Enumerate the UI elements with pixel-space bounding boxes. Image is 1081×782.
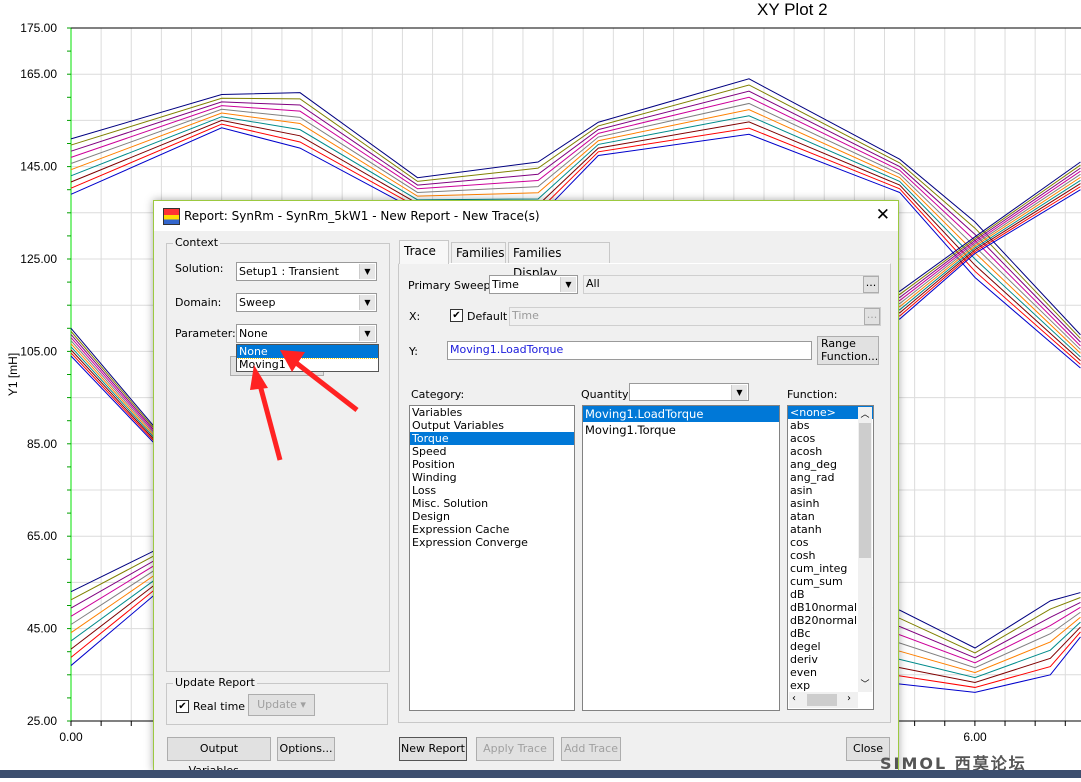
update-label: Update — [257, 698, 297, 711]
category-item[interactable]: Variables — [410, 406, 574, 419]
default-label: Default — [467, 310, 508, 323]
category-item[interactable]: Winding — [410, 471, 574, 484]
new-report-button[interactable]: New Report — [399, 737, 467, 761]
x-ellipsis-button[interactable]: ... — [864, 308, 880, 325]
chevron-down-icon[interactable]: ▼ — [731, 385, 747, 400]
x-tick-label: 6.00 — [963, 730, 987, 744]
domain-value: Sweep — [239, 296, 276, 309]
y-tick-label: 125.00 — [20, 252, 57, 266]
parameter-value: None — [239, 327, 268, 340]
tab-families[interactable]: Families — [451, 242, 506, 263]
chevron-down-icon[interactable]: ▼ — [359, 295, 375, 310]
dialog-title: Report: SynRm - SynRm_5kW1 - New Report … — [184, 209, 540, 223]
update-button[interactable]: Update ▾ — [248, 694, 315, 716]
report-icon — [163, 208, 180, 225]
hscroll-thumb[interactable] — [807, 694, 837, 706]
sweep-values-ellipsis-button[interactable]: ... — [863, 276, 879, 293]
solution-select[interactable]: Setup1 : Transient ▼ — [236, 262, 377, 281]
output-variables-button[interactable]: Output Variables... — [167, 737, 271, 777]
solution-label: Solution: — [175, 262, 224, 275]
apply-trace-button[interactable]: Apply Trace — [476, 737, 554, 761]
domain-label: Domain: — [175, 296, 222, 309]
options-button[interactable]: Options... — [277, 737, 335, 761]
quantity-filter-select[interactable]: ▼ — [629, 383, 749, 401]
quantity-item[interactable]: Moving1.LoadTorque — [583, 406, 779, 422]
quantity-item[interactable]: Moving1.Torque — [583, 422, 779, 438]
category-label: Category: — [411, 388, 465, 401]
add-trace-button[interactable]: Add Trace — [561, 737, 621, 761]
sweep-values-field[interactable]: All — [583, 275, 879, 294]
taskbar — [0, 770, 1081, 778]
y-tick-label: 165.00 — [20, 67, 57, 81]
dialog-titlebar[interactable]: Report: SynRm - SynRm_5kW1 - New Report … — [154, 201, 898, 231]
y-label: Y: — [409, 345, 418, 358]
category-item[interactable]: Output Variables — [410, 419, 574, 432]
chevron-down-icon[interactable]: ▼ — [359, 326, 375, 341]
category-item[interactable]: Expression Converge — [410, 536, 574, 549]
close-icon[interactable]: ✕ — [876, 205, 890, 225]
context-label: Context — [173, 236, 221, 249]
chevron-down-icon[interactable]: ▼ — [560, 277, 576, 292]
parameter-dropdown[interactable]: None Moving1 — [236, 344, 379, 372]
chevron-down-icon[interactable]: ▼ — [359, 264, 375, 279]
quantity-label: Quantity: — [581, 388, 632, 401]
category-item[interactable]: Expression Cache — [410, 523, 574, 536]
function-horizontal-scrollbar[interactable]: ‹ › — [789, 692, 858, 708]
option-none[interactable]: None — [237, 345, 378, 359]
category-item[interactable]: Loss — [410, 484, 574, 497]
y-tick-label: 145.00 — [20, 160, 57, 174]
solution-value: Setup1 : Transient — [239, 265, 339, 278]
y-tick-label: 25.00 — [27, 714, 57, 728]
y-tick-label: 85.00 — [27, 437, 57, 451]
parameter-label: Parameter: — [175, 327, 236, 340]
x-field[interactable]: Time — [509, 307, 881, 326]
primary-sweep-value: Time — [492, 278, 519, 291]
category-list[interactable]: Variables Output Variables Torque Speed Posi… — [409, 405, 575, 711]
tab-families-display[interactable]: Families Display — [508, 242, 610, 280]
scroll-left-icon[interactable]: ‹ — [792, 693, 796, 704]
realtime-label: Real time — [193, 700, 246, 713]
scroll-right-icon[interactable]: › — [847, 693, 851, 704]
range-function-button[interactable]: Range Function... — [817, 336, 879, 365]
y-axis-label: Y1 [mH] — [6, 353, 20, 396]
category-item[interactable]: Torque — [410, 432, 574, 445]
y-tick-label: 175.00 — [20, 21, 57, 35]
parameter-select[interactable]: None ▼ — [236, 324, 377, 343]
option-moving1[interactable]: Moving1 — [237, 358, 378, 371]
scrollbar-thumb[interactable] — [859, 423, 871, 558]
y-tick-label: 45.00 — [27, 622, 57, 636]
report-dialog: Report: SynRm - SynRm_5kW1 - New Report … — [153, 200, 899, 777]
y-tick-label: 105.00 — [20, 344, 57, 358]
plot-title: XY Plot 2 — [757, 0, 828, 19]
category-item[interactable]: Position — [410, 458, 574, 471]
category-item[interactable]: Speed — [410, 445, 574, 458]
x-label: X: — [409, 310, 421, 323]
scroll-up-icon[interactable]: ︿ — [858, 407, 872, 420]
quantity-list[interactable]: Moving1.LoadTorque Moving1.Torque — [582, 405, 780, 711]
y-value: Moving1.LoadTorque — [450, 343, 564, 356]
category-item[interactable]: Misc. Solution — [410, 497, 574, 510]
y-field[interactable]: Moving1.LoadTorque — [447, 341, 812, 360]
update-report-label: Update Report — [173, 676, 257, 689]
default-checkbox[interactable]: ✔ — [450, 309, 463, 322]
primary-sweep-select[interactable]: Time ▼ — [489, 275, 578, 294]
realtime-checkbox[interactable]: ✔ — [176, 700, 189, 713]
domain-select[interactable]: Sweep ▼ — [236, 293, 377, 312]
function-label: Function: — [787, 388, 838, 401]
primary-sweep-label: Primary Sweep: — [408, 279, 495, 292]
sweep-values: All — [586, 277, 600, 290]
function-vertical-scrollbar[interactable]: ︿ ﹀ — [858, 407, 872, 692]
tab-trace[interactable]: Trace — [399, 240, 449, 264]
x-tick-label: 0.00 — [59, 730, 83, 744]
category-item[interactable]: Design — [410, 510, 574, 523]
scroll-down-icon[interactable]: ﹀ — [858, 677, 872, 690]
x-value: Time — [512, 309, 539, 322]
y-tick-label: 65.00 — [27, 529, 57, 543]
